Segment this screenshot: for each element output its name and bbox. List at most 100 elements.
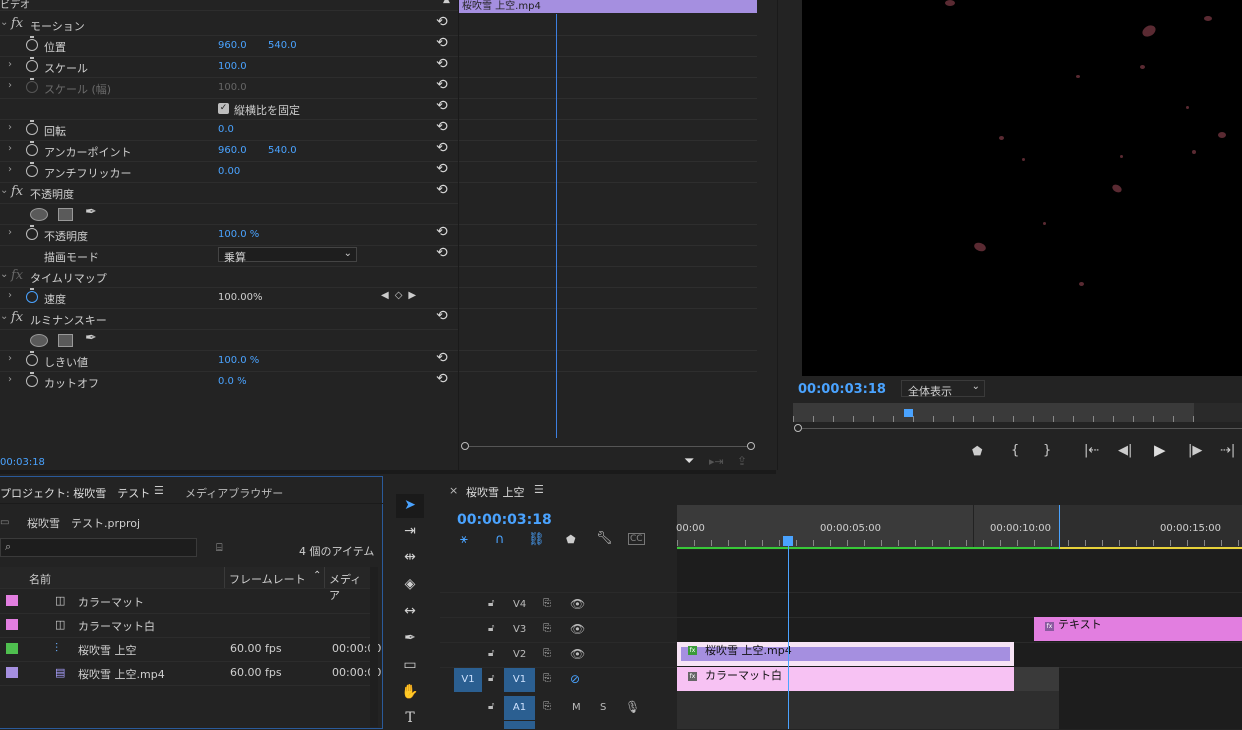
program-ruler[interactable] <box>793 403 1195 422</box>
pen-mask-icon[interactable]: ✒ <box>85 204 97 220</box>
sync-lock-icon[interactable]: ⎘ <box>543 701 551 712</box>
go-to-in-icon[interactable]: |⇠ <box>1084 443 1099 458</box>
list-item[interactable]: ⫶ 桜吹雪 上空 60.00 fps 00:00:00 <box>0 637 381 662</box>
reset-icon[interactable]: ⟲ <box>436 119 448 135</box>
wrench-icon[interactable]: 🔧︎ <box>596 531 613 546</box>
nest-icon[interactable]: ⚹ <box>460 532 468 547</box>
linked-selection-icon[interactable]: ⛓ <box>528 532 545 547</box>
stopwatch-icon[interactable] <box>26 36 38 51</box>
label-color-swatch[interactable] <box>6 643 18 654</box>
timeline-timecode[interactable]: 00:00:03:18 <box>457 512 552 528</box>
play-icon[interactable]: ▶ <box>1154 441 1166 459</box>
filter-icon[interactable]: ⏷ <box>684 454 694 469</box>
white-matte-clip[interactable]: fx カラーマット白 <box>677 667 1014 691</box>
solo-button[interactable]: S <box>600 702 606 713</box>
zoom-handle-right[interactable] <box>747 442 755 450</box>
mark-in-icon[interactable]: { <box>1011 443 1019 458</box>
pen-mask-icon[interactable]: ✒ <box>85 330 97 346</box>
col-name-header[interactable]: 名前 <box>29 571 51 587</box>
lock-icon[interactable]: 🔓︎ <box>488 673 494 684</box>
list-item[interactable]: ◫ カラーマット <box>0 589 370 614</box>
hand-tool-icon[interactable]: ✋ <box>398 684 422 704</box>
sequence-tab[interactable]: 桜吹雪 上空 <box>466 484 525 500</box>
opacity-section-row[interactable]: ⌄ fx 不透明度 ⟲ <box>0 182 458 204</box>
find-bin-icon[interactable]: ⌸ <box>216 541 223 555</box>
go-to-out-icon[interactable]: ⇢| <box>1220 443 1235 458</box>
source-patch-v1[interactable]: V1 <box>454 668 482 692</box>
reset-icon[interactable]: ⟲ <box>436 350 448 366</box>
lock-icon[interactable]: 🔓︎ <box>488 648 494 659</box>
reset-icon[interactable]: ⟲ <box>436 98 448 114</box>
timeline-playhead-line[interactable] <box>788 546 789 729</box>
twirl-right-icon[interactable]: › <box>8 227 12 238</box>
reset-icon[interactable]: ⟲ <box>436 14 448 30</box>
zoom-handle-left[interactable] <box>794 424 802 432</box>
collapse-up-icon[interactable]: ▲ <box>443 0 450 5</box>
keyframe-navigator[interactable]: ◀◇▶ <box>381 290 422 301</box>
zoom-scrollbar[interactable] <box>802 428 1242 429</box>
effect-controls-timeline[interactable] <box>458 0 777 470</box>
pen-tool-icon[interactable]: ✒ <box>398 630 422 650</box>
track-a2-label-partial[interactable] <box>504 721 535 729</box>
stopwatch-icon[interactable] <box>26 288 38 303</box>
twirl-right-icon[interactable]: › <box>8 59 12 70</box>
close-tab-icon[interactable]: × <box>449 484 458 497</box>
lock-icon[interactable]: 🔓︎ <box>488 598 494 609</box>
export-icon[interactable]: ⇪ <box>737 454 747 468</box>
label-color-swatch[interactable] <box>6 619 18 630</box>
panel-menu-icon[interactable]: ☰ <box>154 484 164 497</box>
anchor-x-value[interactable]: 960.0 <box>218 145 247 156</box>
zoom-scrollbar[interactable] <box>469 446 747 447</box>
cutoff-value[interactable]: 0.0 % <box>218 376 247 387</box>
reset-icon[interactable]: ⟲ <box>436 371 448 387</box>
captions-icon[interactable]: CC <box>628 533 645 545</box>
blend-mode-select[interactable]: 乗算 ⌄ <box>218 247 357 264</box>
label-color-swatch[interactable] <box>6 595 18 606</box>
playhead-marker[interactable] <box>904 409 913 417</box>
twirl-right-icon[interactable]: › <box>8 143 12 154</box>
eye-icon[interactable]: 👁︎ <box>570 622 585 636</box>
mp4-clip[interactable]: fx 桜吹雪 上空.mp4 <box>677 642 1014 666</box>
position-x-value[interactable]: 960.0 <box>218 40 247 51</box>
mute-button[interactable]: M <box>572 702 581 713</box>
position-y-value[interactable]: 540.0 <box>268 40 297 51</box>
lock-icon[interactable]: 🔓︎ <box>488 623 494 634</box>
eye-icon[interactable]: 👁︎ <box>570 597 585 611</box>
threshold-value[interactable]: 100.0 % <box>218 355 259 366</box>
program-timecode[interactable]: 00:00:03:18 <box>798 382 886 397</box>
twirl-right-icon[interactable]: › <box>8 80 12 91</box>
twirl-down-icon[interactable]: ⌄ <box>0 17 8 28</box>
stopwatch-icon[interactable] <box>26 372 38 387</box>
stopwatch-icon[interactable] <box>26 141 38 156</box>
ellipse-mask-icon[interactable] <box>30 334 48 347</box>
twirl-right-icon[interactable]: › <box>8 122 12 133</box>
add-marker-icon[interactable]: ⬟ <box>972 444 982 458</box>
timeremap-section-row[interactable]: ⌄ fx タイムリマップ <box>0 266 458 288</box>
sync-lock-icon[interactable]: ⎘ <box>543 648 551 659</box>
col-framerate-header[interactable]: フレームレート <box>229 571 306 587</box>
twirl-down-icon[interactable]: ⌄ <box>0 311 8 322</box>
sync-lock-icon[interactable]: ⎘ <box>543 673 551 684</box>
reset-icon[interactable]: ⟲ <box>436 308 448 324</box>
play-audio-icon[interactable]: ▸⇥ <box>709 455 724 468</box>
antiflicker-value[interactable]: 0.00 <box>218 166 240 177</box>
fit-select[interactable]: 全体表示 ⌄ <box>901 380 985 398</box>
project-tab[interactable]: プロジェクト: 桜吹雪 テスト <box>0 485 150 501</box>
stopwatch-icon[interactable] <box>26 225 38 240</box>
anchor-y-value[interactable]: 540.0 <box>268 145 297 156</box>
twirl-down-icon[interactable]: ⌄ <box>0 185 8 196</box>
track-select-tool-icon[interactable]: ⇥ <box>398 523 422 543</box>
stopwatch-icon[interactable] <box>26 351 38 366</box>
stopwatch-icon[interactable] <box>26 120 38 135</box>
rectangle-tool-icon[interactable]: ▭ <box>398 657 422 677</box>
stopwatch-icon[interactable] <box>26 162 38 177</box>
playhead-marker[interactable] <box>783 536 793 546</box>
twirl-right-icon[interactable]: › <box>8 164 12 175</box>
twirl-right-icon[interactable]: › <box>8 353 12 364</box>
sort-asc-icon[interactable]: ⌃ <box>313 570 321 581</box>
lumakey-section-row[interactable]: ⌄ fx ルミナンスキー ⟲ <box>0 308 458 330</box>
razor-tool-icon[interactable]: ◈ <box>398 576 422 596</box>
step-forward-icon[interactable]: |▶ <box>1188 443 1202 458</box>
ellipse-mask-icon[interactable] <box>30 208 48 221</box>
twirl-right-icon[interactable]: › <box>8 290 12 301</box>
